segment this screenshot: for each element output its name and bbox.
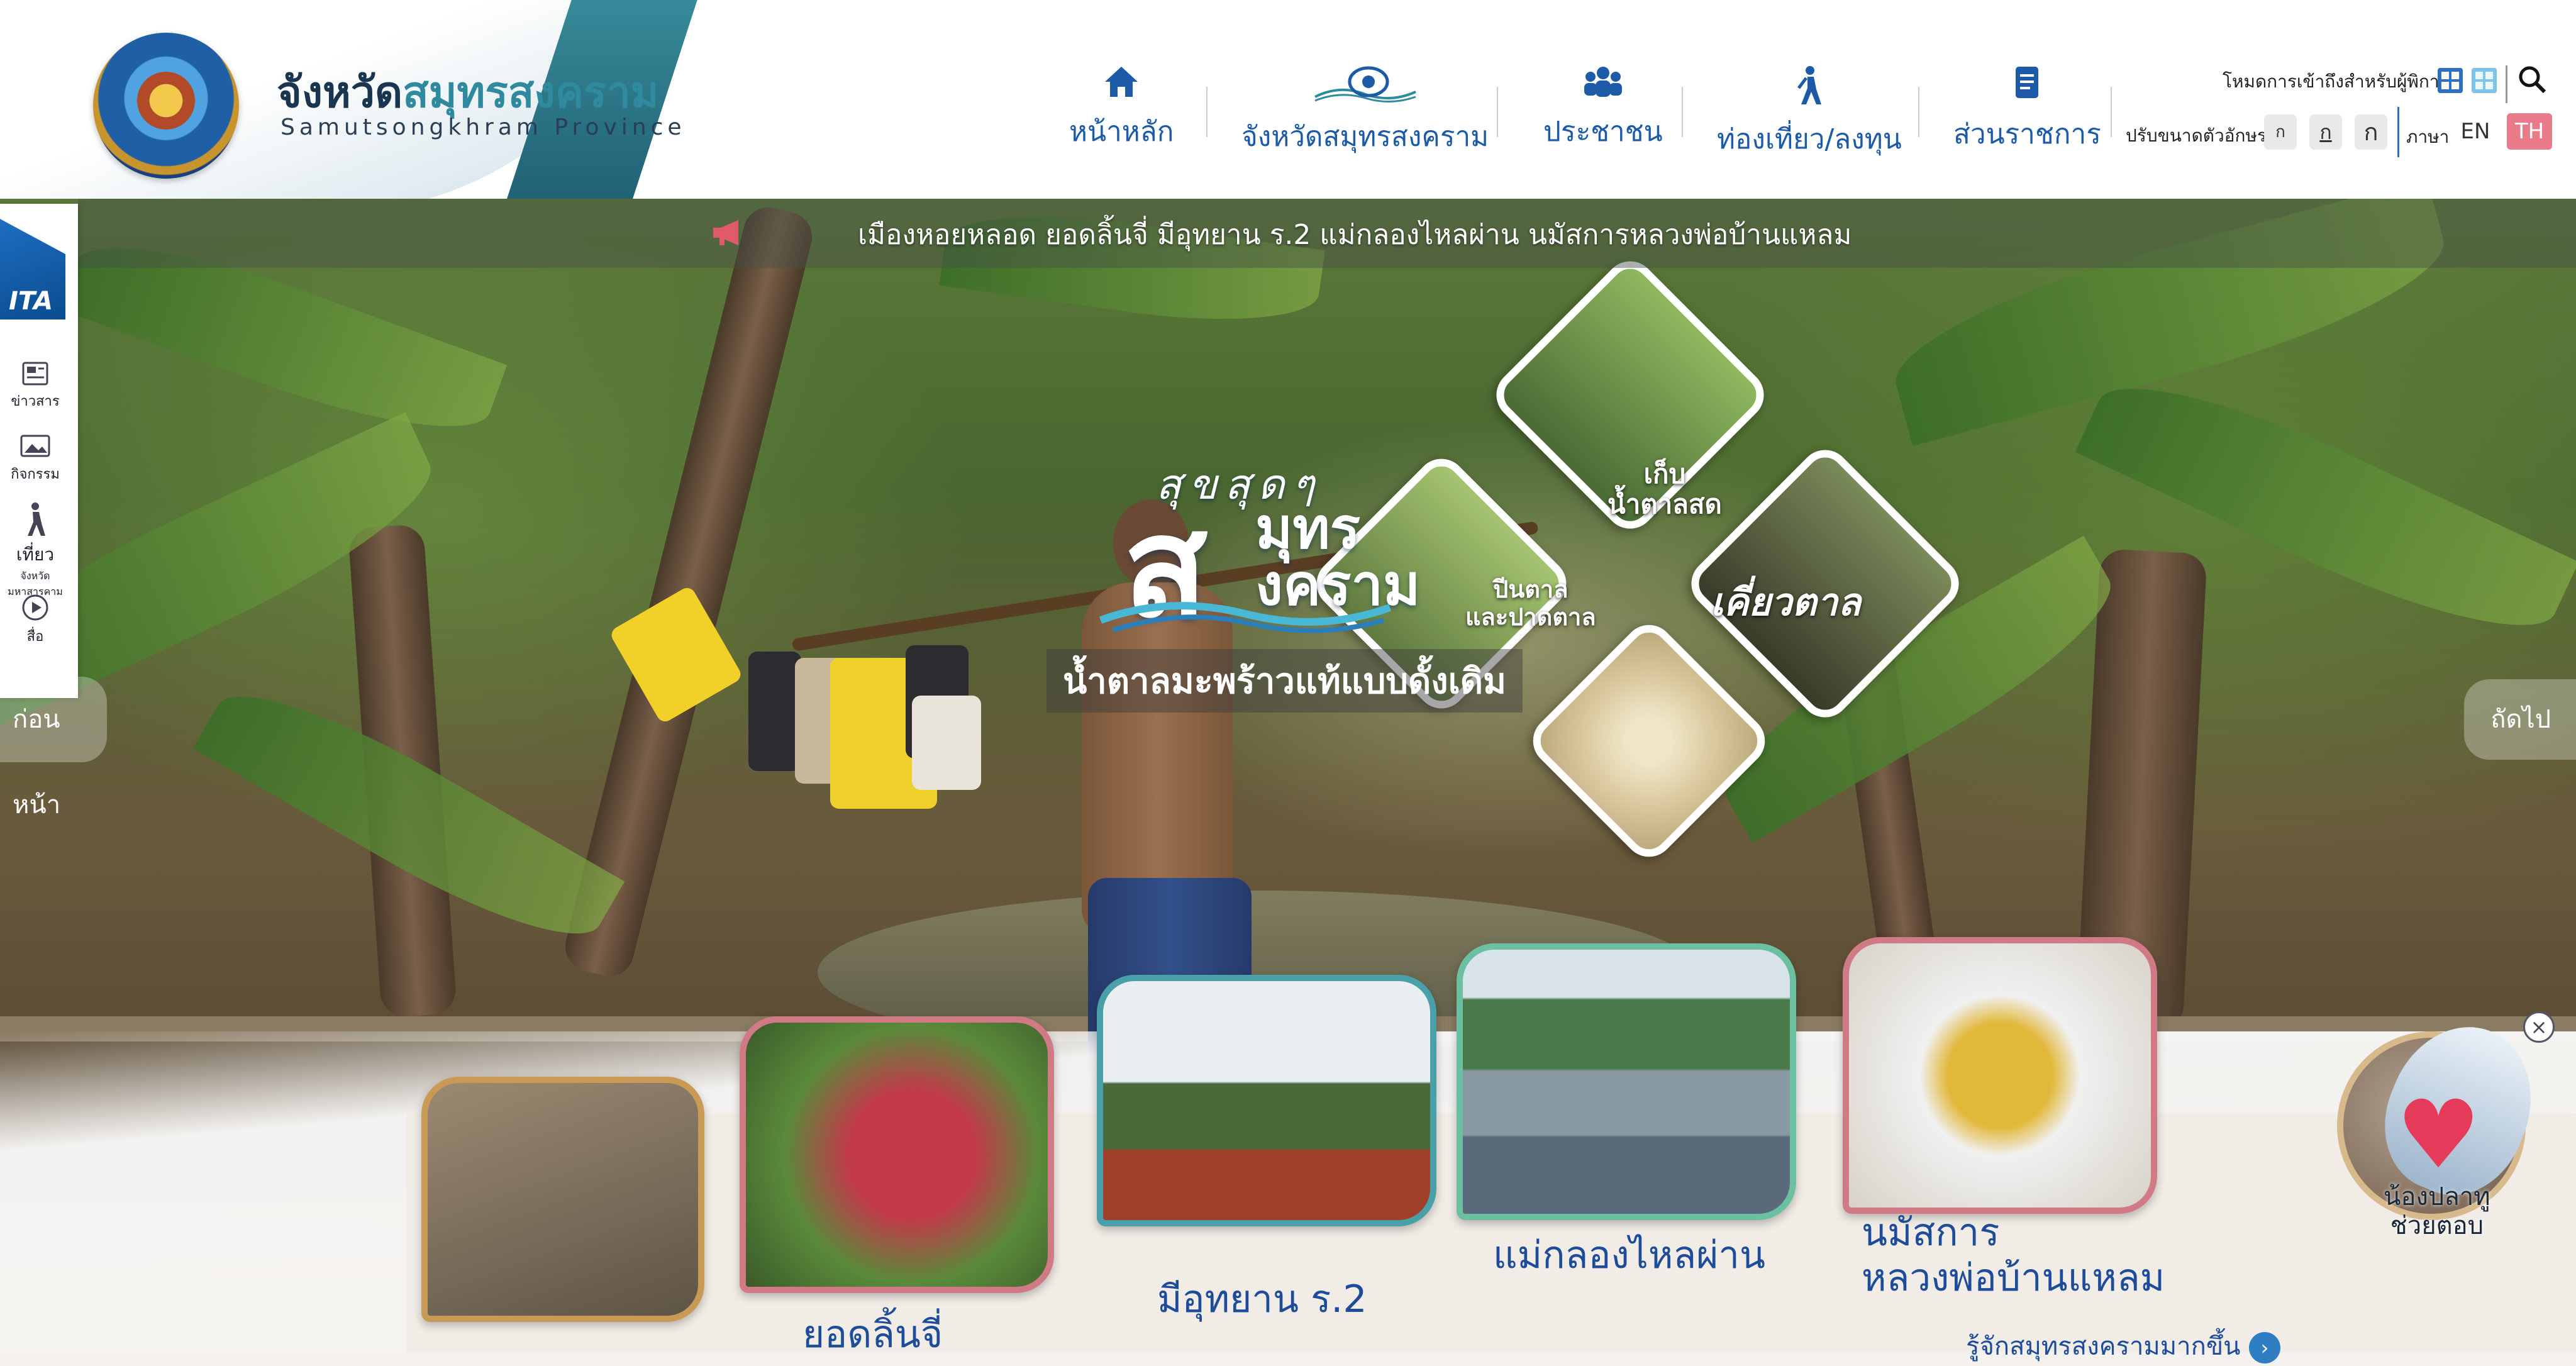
province-seal-logo[interactable] [93,33,239,179]
travel-icon [28,503,45,536]
side-item-news[interactable]: ข่าวสาร [0,361,70,412]
card-luang-pho-label[interactable]: นมัสการ หลวงพ่อบ้านแหลม [1862,1210,2165,1301]
card-luang-pho-label-line1: นมัสการ [1862,1211,2000,1255]
language-en-button[interactable]: EN [2453,113,2498,150]
chatbot-label[interactable]: น้องปลาทู ช่วยตอบ [2384,1182,2490,1240]
news-icon [22,362,48,386]
font-size-medium-button[interactable]: ก [2309,114,2342,150]
activity-icon [20,435,50,457]
hero-headline-line1: มุทร [1255,496,1360,562]
chevron-right-icon[interactable]: › [2249,1332,2280,1363]
nav-government-label: ส่วนราชการ [1953,118,2101,150]
chatbot-label-line1: น้องปลาทู [2384,1182,2490,1211]
language-th-button[interactable]: TH [2507,113,2552,150]
grid-view-icon[interactable] [2436,67,2464,94]
side-item-travel-label: เที่ยว [16,544,55,565]
nav-province[interactable]: จังหวัดสมุทรสงคราม [1241,65,1489,158]
accessibility-mode-label[interactable]: โหมดการเข้าถึงสำหรับผู้พิการ [2223,68,2449,96]
card-luang-pho-ban-laem[interactable] [1843,937,2157,1214]
toolbar-divider [2506,65,2507,103]
card-razor-clam[interactable] [421,1077,704,1322]
lang-divider [2397,107,2399,157]
wave-decoration-icon [1099,602,1392,633]
slider-next-button[interactable]: ถัดไป [2464,679,2576,760]
nav-divider [1206,87,1208,137]
sap-container [748,652,801,771]
nav-home[interactable]: หน้าหลัก [1069,65,1174,153]
language-label: ภาษา [2406,126,2450,147]
nav-tourism[interactable]: ท่องเที่ยว/ลงทุน [1717,65,1902,161]
font-size-large-button[interactable]: ก [2355,114,2387,150]
diamond-label-collecting: เก็บ น้ำตาลสด [1607,458,1722,520]
diamond-photo-sugar [1523,614,1775,867]
nav-people-label: ประชาชน [1543,116,1663,148]
side-item-activity-label: กิจกรรม [11,467,60,482]
font-size-label: ปรับขนาดตัวอักษร [2126,125,2267,146]
nav-government[interactable]: ส่วนราชการ [1953,65,2101,156]
know-more-link[interactable]: รู้จักสมุทรสงครามมากขึ้น [1966,1326,2241,1366]
diamond-label-boiling: เคี่ยวตาล [1711,580,1861,625]
card-lychee-label[interactable]: ยอดลิ้นจี่ [802,1312,943,1357]
nav-divider [2111,87,2112,137]
ita-badge-text: ITA [9,287,53,316]
document-icon [2016,67,2039,98]
diamond-label-climbing: ปีนตาล และปาดตาล [1465,575,1596,631]
site-title-en: Samutsongkhram Province [280,114,686,140]
font-size-small-button[interactable]: ก [2264,114,2297,150]
site-header: จังหวัดสมุทรสงคราม Samutsongkhram Provin… [0,0,2576,199]
sap-container [912,696,981,790]
search-icon[interactable] [2517,64,2547,94]
side-item-travel[interactable]: เที่ยว จังหวัดมหาสารคาม [0,502,70,600]
site-title-accent: สมุทรสงคราม [402,68,659,118]
walking-person-icon [1797,66,1821,104]
nav-divider [1918,87,1919,137]
card-maeklong-river[interactable] [1457,943,1796,1220]
chatbot-label-line2: ช่วยตอบ [2390,1211,2484,1240]
announcement-text[interactable]: เมืองหอยหลอด ยอดลิ้นจี่ มีอุทยาน ร.2 แม่… [858,213,1852,257]
chatbot-close-button[interactable]: × [2523,1011,2555,1043]
nav-divider [1682,87,1683,137]
side-item-news-label: ข่าวสาร [11,394,60,409]
card-maeklong-river-label[interactable]: แม่กลองไหลผ่าน [1493,1233,1765,1278]
nav-divider [1497,87,1498,137]
nav-tourism-label: ท่องเที่ยว/ลงทุน [1717,123,1902,155]
home-icon [1105,67,1138,97]
side-item-activity[interactable]: กิจกรรม [0,434,70,485]
heart-icon: ♥ [2396,1080,2481,1190]
seal-drum-icon [137,72,195,130]
side-item-media-label: สื่อ [26,629,44,645]
card-lychee[interactable] [740,1016,1054,1293]
province-emblem-icon [1314,66,1416,103]
nav-people[interactable]: ประชาชน [1543,65,1663,153]
side-item-media[interactable]: สื่อ [0,594,70,647]
card-rama2-park-label[interactable]: มีอุทยาน ร.2 [1157,1277,1367,1322]
nav-province-label: จังหวัดสมุทรสงคราม [1241,121,1489,153]
megaphone-icon [713,220,738,245]
hero-subtitle: น้ำตาลมะพร้าวแท้แบบดั้งเดิม [1046,649,1523,713]
side-toolbar: ITA ข่าวสาร กิจกรรม เที่ยว จังหวัดมหาสาร… [0,204,78,698]
card-luang-pho-label-line2: หลวงพ่อบ้านแหลม [1862,1256,2165,1300]
site-title-main: จังหวัด [277,68,403,118]
people-icon [1584,67,1622,97]
high-contrast-icon[interactable] [2470,67,2498,94]
nav-home-label: หน้าหลัก [1069,116,1174,148]
play-icon [22,594,48,621]
card-rama2-park[interactable] [1097,975,1436,1226]
